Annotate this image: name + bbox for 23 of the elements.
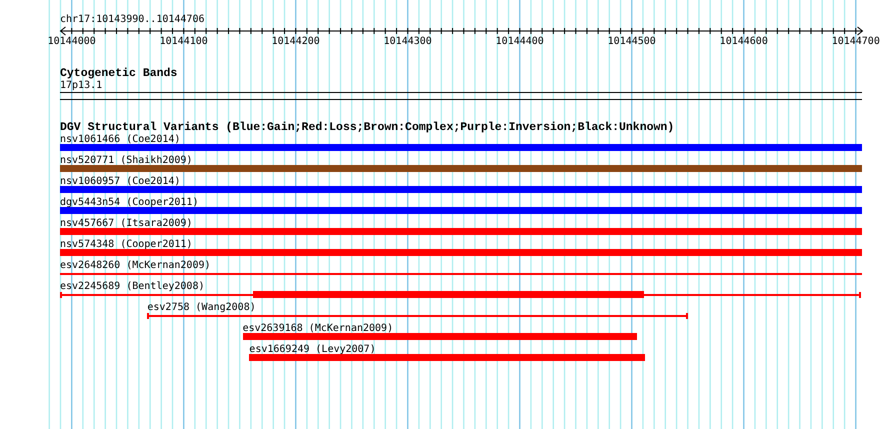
variant-label: esv2758 (Wang2008) [147, 302, 256, 313]
tick-label: 10144700 [832, 36, 880, 47]
tick-label: 10144500 [608, 36, 656, 47]
variant-label: nsv520771 (Shaikh2009) [60, 155, 192, 166]
tick-label: 10144600 [720, 36, 768, 47]
variant-label: esv2648260 (McKernan2009) [60, 260, 211, 271]
variant-label: esv2245689 (Bentley2008) [60, 281, 204, 292]
band-label: 17p13.1 [60, 80, 104, 91]
variant-label: nsv1061466 (Coe2014) [60, 134, 180, 145]
variant-label: nsv457667 (Itsara2009) [60, 218, 192, 229]
track-title: Cytogenetic Bands [60, 67, 178, 80]
region-label: chr17:10143990..10144706 [60, 14, 206, 26]
tick-label: 10144300 [384, 36, 432, 47]
tick-label: 10144400 [496, 36, 544, 47]
tick-label: 10144200 [272, 36, 320, 47]
variant-label: nsv574348 (Cooper2011) [60, 239, 192, 250]
variant-label: nsv1060957 (Coe2014) [60, 176, 180, 187]
variant-label: dgv5443n54 (Cooper2011) [60, 197, 198, 208]
tick-label: 10144000 [48, 36, 96, 47]
variant-label: esv1669249 (Levy2007) [249, 344, 376, 355]
track-title: DGV Structural Variants (Blue:Gain;Red:Loss;Brown:Complex;Purple:Inversion;Black:Unknown) [60, 121, 676, 134]
variant-label: esv2639168 (McKernan2009) [242, 323, 394, 334]
tick-label: 10144100 [160, 36, 208, 47]
